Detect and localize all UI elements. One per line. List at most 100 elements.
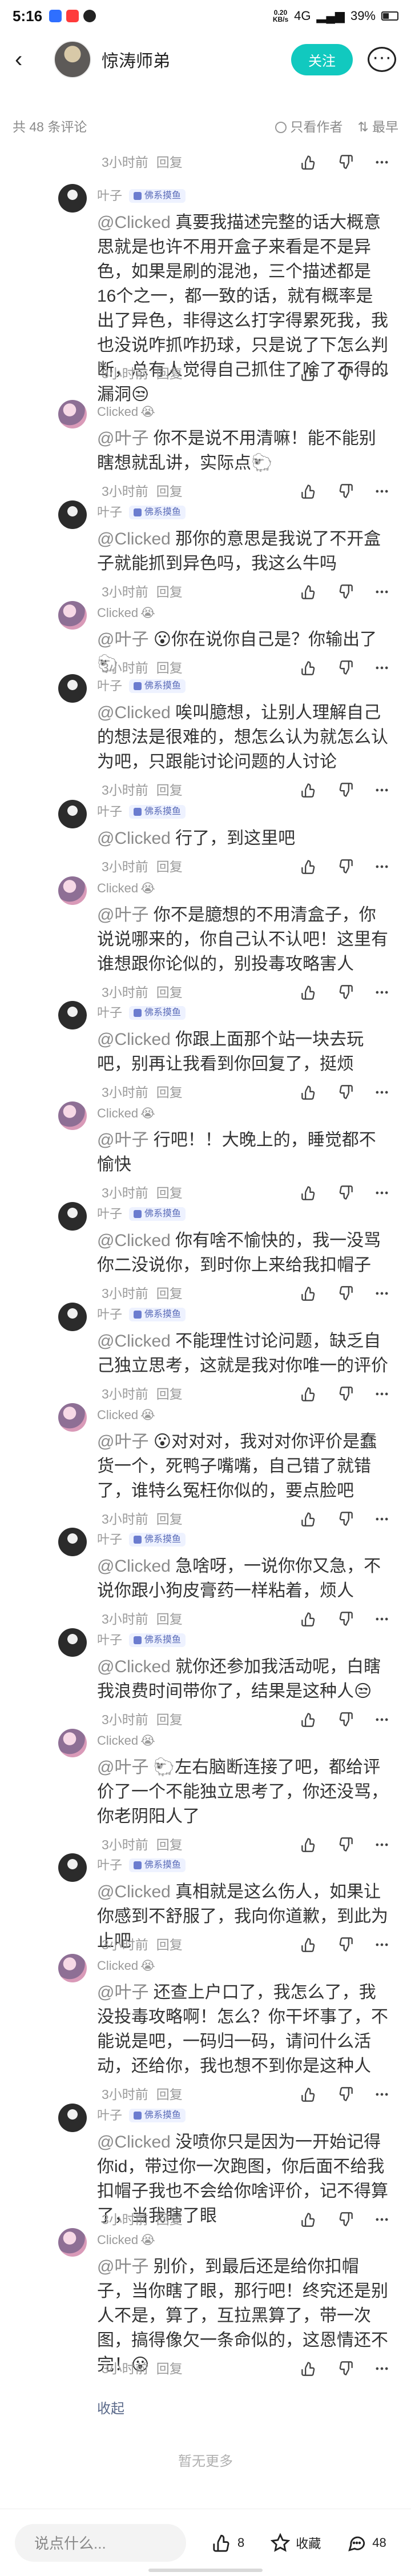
user-avatar[interactable]	[58, 601, 87, 630]
comment-more-icon[interactable]	[373, 659, 390, 676]
like-icon[interactable]	[300, 1285, 317, 1302]
mention-link[interactable]: @叶子	[97, 906, 148, 924]
dislike-icon[interactable]	[337, 1936, 354, 1953]
dislike-icon[interactable]	[337, 583, 354, 600]
comment-user[interactable]: 叶子 佛系摸鱼	[97, 1632, 186, 1649]
reply-button[interactable]: 回复	[156, 2087, 183, 2102]
reply-button[interactable]: 回复	[156, 1512, 183, 1527]
comment-user[interactable]: 叶子 佛系摸鱼	[97, 1205, 186, 1223]
comment-user[interactable]: 叶子 佛系摸鱼	[97, 187, 186, 205]
comment-more-icon[interactable]	[373, 483, 390, 500]
comment-user[interactable]: Clicked 😭	[97, 1105, 155, 1122]
dislike-icon[interactable]	[337, 483, 354, 500]
like-icon[interactable]	[300, 365, 317, 382]
user-avatar[interactable]	[58, 674, 87, 703]
comment-user[interactable]: 叶子 佛系摸鱼	[97, 1004, 186, 1021]
reply-button[interactable]: 回复	[156, 366, 183, 381]
reply-button[interactable]: 回复	[156, 1085, 183, 1100]
comments-button[interactable]: 48	[347, 2533, 386, 2553]
dislike-icon[interactable]	[337, 2086, 354, 2103]
dislike-icon[interactable]	[337, 1711, 354, 1728]
dislike-icon[interactable]	[337, 154, 354, 171]
comment-user[interactable]: 叶子 佛系摸鱼	[97, 678, 186, 695]
only-author-toggle[interactable]: 只看作者	[275, 116, 342, 135]
like-icon[interactable]	[300, 2360, 317, 2377]
user-avatar[interactable]	[58, 1628, 87, 1657]
mention-link[interactable]: @Clicked	[97, 1557, 171, 1576]
mention-link[interactable]: @Clicked	[97, 829, 171, 848]
comment-more-icon[interactable]	[373, 2211, 390, 2228]
comment-user[interactable]: Clicked 😭	[97, 880, 155, 897]
dislike-icon[interactable]	[337, 365, 354, 382]
dislike-icon[interactable]	[337, 2360, 354, 2377]
dislike-icon[interactable]	[337, 782, 354, 799]
comment-more-icon[interactable]	[373, 2360, 390, 2377]
reply-button[interactable]: 回复	[156, 985, 183, 1000]
like-icon[interactable]	[300, 2211, 317, 2228]
like-icon[interactable]	[300, 1610, 317, 1628]
user-avatar[interactable]	[58, 1853, 87, 1882]
dislike-icon[interactable]	[337, 1511, 354, 1528]
comment-more-icon[interactable]	[373, 154, 390, 171]
reply-button[interactable]: 回复	[156, 2361, 183, 2376]
comment-more-icon[interactable]	[373, 1385, 390, 1403]
mention-link[interactable]: @Clicked	[97, 1332, 171, 1351]
dislike-icon[interactable]	[337, 1610, 354, 1628]
comment-more-icon[interactable]	[373, 1610, 390, 1628]
reply-button[interactable]: 回复	[156, 1612, 183, 1626]
like-icon[interactable]	[300, 1936, 317, 1953]
like-icon[interactable]	[300, 154, 317, 171]
comment-more-icon[interactable]	[373, 583, 390, 600]
dislike-icon[interactable]	[337, 1084, 354, 1101]
user-avatar[interactable]	[58, 1303, 87, 1331]
like-icon[interactable]	[300, 984, 317, 1001]
author-name[interactable]: 惊涛师弟	[102, 47, 170, 72]
mention-link[interactable]: @Clicked	[97, 703, 171, 722]
like-icon[interactable]	[300, 1836, 317, 1853]
comment-user[interactable]: 叶子 佛系摸鱼	[97, 1531, 186, 1548]
user-avatar[interactable]	[58, 1729, 87, 1757]
reply-button[interactable]: 回复	[156, 660, 183, 675]
comment-user[interactable]: 叶子 佛系摸鱼	[97, 1306, 186, 1323]
user-avatar[interactable]	[58, 184, 87, 213]
reply-button[interactable]: 回复	[156, 1387, 183, 1401]
like-icon[interactable]	[300, 1711, 317, 1728]
mention-link[interactable]: @Clicked	[97, 213, 171, 232]
reply-button[interactable]: 回复	[156, 1712, 183, 1727]
like-icon[interactable]	[300, 1385, 317, 1403]
mention-link[interactable]: @叶子	[97, 2257, 148, 2276]
comment-user[interactable]: 叶子 佛系摸鱼	[97, 803, 186, 820]
comment-user[interactable]: Clicked 😭	[97, 2232, 155, 2249]
dislike-icon[interactable]	[337, 659, 354, 676]
user-avatar[interactable]	[58, 500, 87, 529]
comment-user[interactable]: Clicked 😭	[97, 1732, 155, 1749]
comment-user[interactable]: Clicked 😭	[97, 604, 155, 622]
favorite-button[interactable]: 收藏	[271, 2533, 321, 2553]
like-icon[interactable]	[300, 1084, 317, 1101]
mention-link[interactable]: @Clicked	[97, 530, 171, 548]
like-icon[interactable]	[300, 1184, 317, 1201]
user-avatar[interactable]	[58, 2104, 87, 2132]
reply-button[interactable]: 回复	[156, 859, 183, 874]
like-icon[interactable]	[300, 583, 317, 600]
back-arrow-icon[interactable]: ‹	[15, 47, 43, 73]
user-avatar[interactable]	[58, 1202, 87, 1231]
more-options-icon[interactable]: ···	[368, 47, 396, 72]
reply-button[interactable]: 回复	[156, 1185, 183, 1200]
sort-toggle[interactable]: ⇅ 最早	[357, 116, 398, 135]
reply-button[interactable]: 回复	[156, 1286, 183, 1301]
mention-link[interactable]: @Clicked	[97, 1231, 171, 1250]
comment-user[interactable]: Clicked 😭	[97, 1407, 155, 1424]
mention-link[interactable]: @叶子	[97, 630, 148, 649]
reply-button[interactable]: 回复	[156, 783, 183, 798]
user-avatar[interactable]	[58, 800, 87, 828]
reply-button[interactable]: 回复	[156, 1837, 183, 1852]
mention-link[interactable]: @叶子	[97, 429, 148, 448]
mention-link[interactable]: @叶子	[97, 1131, 148, 1149]
user-avatar[interactable]	[58, 1954, 87, 1982]
dislike-icon[interactable]	[337, 2211, 354, 2228]
comment-more-icon[interactable]	[373, 2086, 390, 2103]
comment-input[interactable]: 说点什么...	[15, 2523, 186, 2562]
comment-more-icon[interactable]	[373, 1836, 390, 1853]
comment-more-icon[interactable]	[373, 1936, 390, 1953]
